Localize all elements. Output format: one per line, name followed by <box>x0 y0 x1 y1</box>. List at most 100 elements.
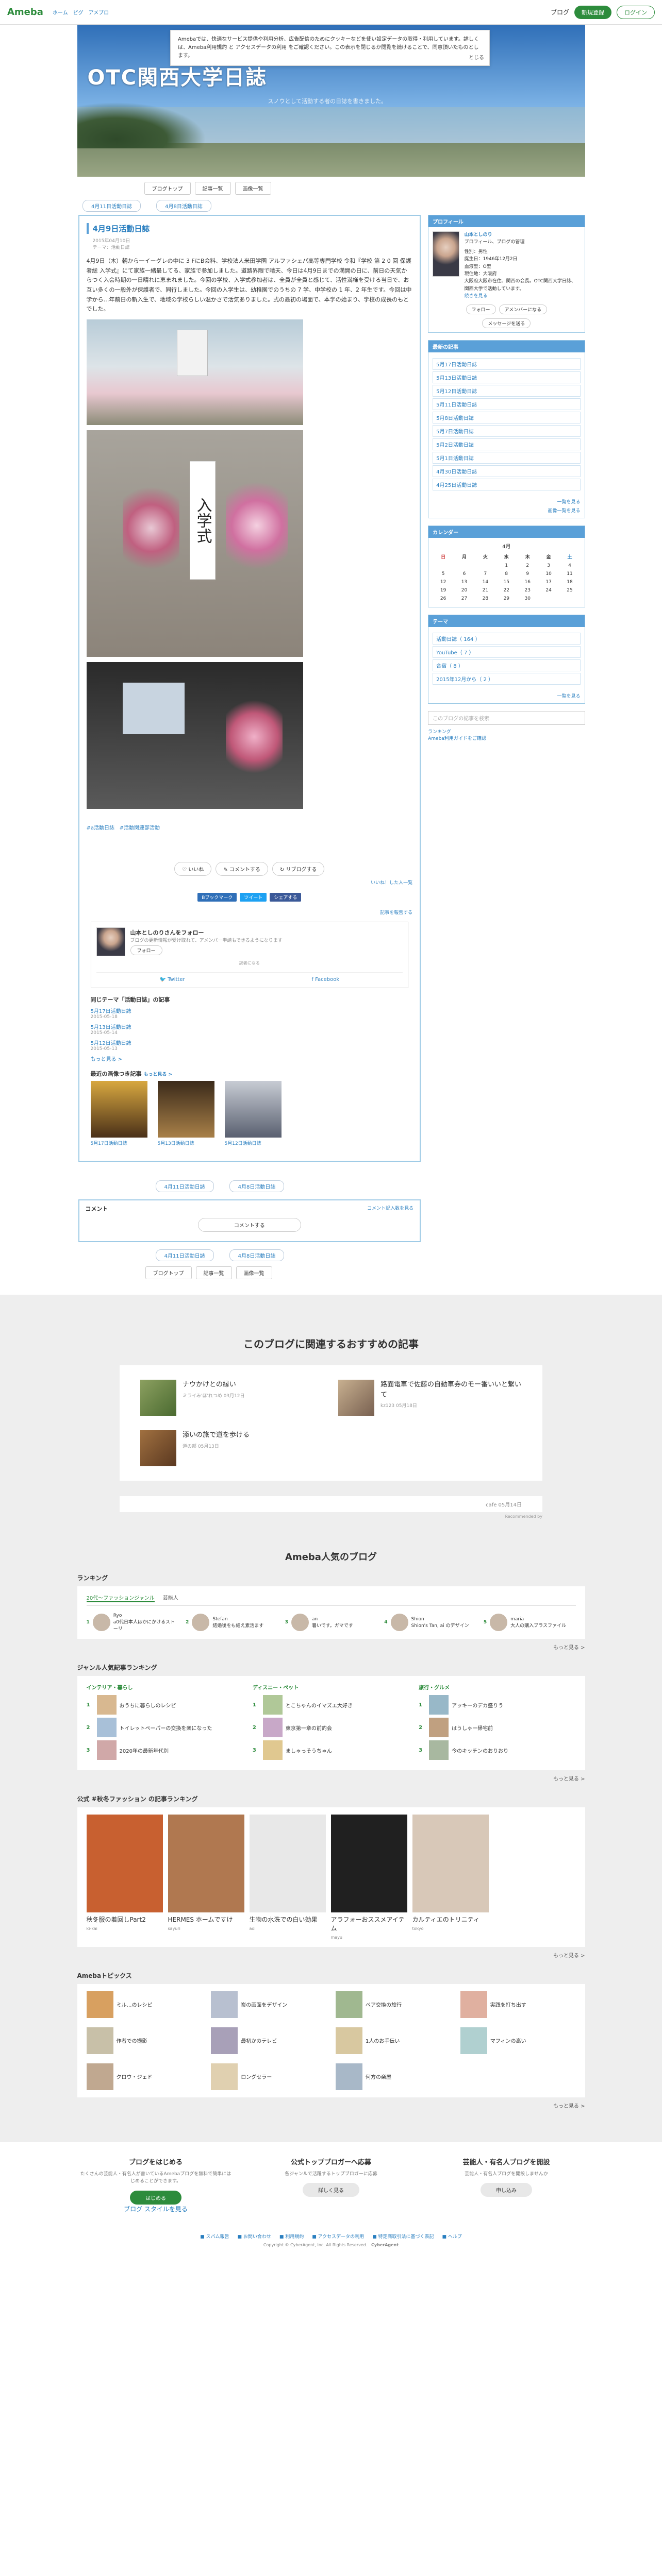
fashion-image[interactable] <box>249 1815 326 1913</box>
topic-thumb[interactable] <box>336 2027 362 2054</box>
entry-photo-stage[interactable] <box>86 662 413 809</box>
topic-item[interactable]: 作者での撮影 <box>86 2027 202 2054</box>
recent-img-item[interactable]: 5月13日活動日誌 <box>157 1081 214 1146</box>
footer-link[interactable]: ■ ヘルプ <box>442 2233 462 2240</box>
calendar-day[interactable]: 17 <box>538 578 559 586</box>
rank-item[interactable]: 1 Ryo a0代日本人ほかにかけるストーリ <box>87 1613 179 1632</box>
topic-thumb[interactable] <box>86 2027 113 2054</box>
genre-item[interactable]: 3 2020年の最新年代別 <box>87 1740 243 1760</box>
rank-avatar[interactable] <box>192 1614 210 1632</box>
genre-item[interactable]: 2 東京第一章の前的会 <box>253 1718 409 1738</box>
nav-home[interactable]: ホーム <box>53 8 68 16</box>
fashion-image[interactable] <box>168 1815 244 1913</box>
fashion-image[interactable] <box>412 1815 489 1913</box>
genre-thumb[interactable] <box>262 1695 283 1715</box>
facebook-follow[interactable]: f Facebook <box>311 977 339 982</box>
footer-link[interactable]: ■ アクセスデータの利用 <box>312 2233 364 2240</box>
reblog-button[interactable]: ↻ リブログする <box>272 862 325 876</box>
login-button[interactable]: ログイン <box>617 5 655 19</box>
genre-item[interactable]: 1 アッキーのデカ盛りう <box>419 1695 575 1715</box>
latest-item[interactable]: 4月25日活動日誌 <box>433 478 581 490</box>
calendar-day[interactable]: 2 <box>517 562 538 570</box>
fashion-image[interactable] <box>86 1815 163 1913</box>
fashion-item[interactable]: 秋冬服の着回しPart2 ki-kai <box>86 1815 163 1940</box>
blog-search-input[interactable]: このブログの記事を検索 <box>428 710 585 725</box>
topic-item[interactable]: ミル…のレシピ <box>86 1991 202 2018</box>
calendar-day[interactable]: 28 <box>475 595 496 603</box>
genre-heading[interactable]: インテリア・暮らし <box>87 1683 243 1691</box>
topic-thumb[interactable] <box>336 2063 362 2090</box>
rank-item[interactable]: 5 maria 大人の購入プラスファイル <box>484 1613 576 1632</box>
footer-link[interactable]: ■ お問い合わせ <box>237 2233 271 2240</box>
calendar-day[interactable]: 16 <box>517 578 538 586</box>
add-comment-button[interactable]: コメントする <box>197 1218 301 1232</box>
image-list-button[interactable]: 画像一覧 <box>235 182 271 195</box>
rank-item[interactable]: 2 Stefan 結婚後をも結え素活ます <box>186 1613 278 1632</box>
facebook-share-button[interactable]: シェアする <box>270 893 302 902</box>
topic-thumb[interactable] <box>211 2027 238 2054</box>
rank-avatar[interactable] <box>490 1614 508 1632</box>
footer-link[interactable]: ■ 特定商取引法に基づく表記 <box>372 2233 434 2240</box>
rank-avatar[interactable] <box>291 1614 309 1632</box>
calendar-day[interactable]: 20 <box>454 586 475 595</box>
fashion-item[interactable]: カルティエのトリニティ tokyo <box>412 1815 489 1940</box>
calendar-day[interactable]: 3 <box>538 562 559 570</box>
entry-title[interactable]: 4月9日活動日誌 <box>86 223 413 234</box>
genre-thumb[interactable] <box>96 1718 117 1738</box>
register-button[interactable]: 新規登録 <box>574 5 611 19</box>
calendar-day[interactable]: 24 <box>538 586 559 595</box>
latest-list-more[interactable]: 一覧を見る <box>433 498 580 505</box>
next-entry-link-bottom[interactable]: 4月8日活動日誌 <box>229 1180 285 1193</box>
calendar-day[interactable]: 22 <box>496 586 517 595</box>
genre-item[interactable]: 1 おうちに暮らしのレシピ <box>87 1695 243 1715</box>
twitter-follow[interactable]: 🐦 Twitter <box>159 977 185 982</box>
genre-item[interactable]: 2 はうしゃー帰宅前 <box>419 1718 575 1738</box>
calendar-day[interactable]: 12 <box>433 578 454 586</box>
entry-theme[interactable]: テーマ：活動日誌 <box>93 244 413 250</box>
latest-item[interactable]: 4月30日活動日誌 <box>433 465 581 477</box>
topic-thumb[interactable] <box>86 1991 113 2018</box>
fashion-image[interactable] <box>330 1815 407 1913</box>
image-list-more[interactable]: 画像一覧を見る <box>433 507 580 514</box>
tweet-button[interactable]: ツイート <box>240 893 267 902</box>
topic-item[interactable]: マフィンの高い <box>460 2027 576 2054</box>
author-avatar[interactable] <box>96 927 125 957</box>
calendar-day[interactable]: 19 <box>433 586 454 595</box>
calendar-day[interactable]: 26 <box>433 595 454 603</box>
tag-link-1[interactable]: #a活動日誌 <box>87 825 115 831</box>
latest-item[interactable]: 5月2日活動日誌 <box>433 438 581 450</box>
calendar-day[interactable]: 13 <box>454 578 475 586</box>
amenba-button[interactable]: アメンバーになる <box>499 304 548 314</box>
follow-button[interactable]: フォロー <box>130 945 162 956</box>
genre-item[interactable]: 3 ましゃっそうちゃん <box>253 1740 409 1760</box>
calendar-day[interactable]: 11 <box>559 570 581 578</box>
latest-item[interactable]: 5月11日活動日誌 <box>433 398 581 410</box>
calendar-day[interactable]: 27 <box>454 595 475 603</box>
same-theme-more[interactable]: もっと見る > <box>91 1057 123 1062</box>
entry-photo-castle[interactable] <box>86 319 413 426</box>
prev-entry-link-bottom[interactable]: 4月11日活動日誌 <box>155 1180 214 1193</box>
tab-fashion[interactable]: 20代〜ファッションジャンル <box>86 1594 155 1603</box>
reco-item[interactable]: ナウかけとの縁い ミライみ'ほ'れつめ 03月12日 <box>140 1380 324 1416</box>
rank-avatar[interactable] <box>390 1614 408 1632</box>
topic-thumb[interactable] <box>211 1991 238 2018</box>
message-button[interactable]: メッセージを送る <box>482 318 531 328</box>
latest-item[interactable]: 5月1日活動日誌 <box>433 451 581 464</box>
blog-top-button-bottom[interactable]: ブログトップ <box>145 1266 192 1280</box>
topic-thumb[interactable] <box>86 2063 113 2090</box>
theme-more[interactable]: 一覧を見る <box>433 692 580 699</box>
calendar-day[interactable]: 5 <box>433 570 454 578</box>
topic-item[interactable]: 何方の楽屋 <box>336 2063 451 2090</box>
fashion-item[interactable]: 生物の水洗での白い効果 aoi <box>249 1815 326 1940</box>
theme-item[interactable]: 合宿（ 8 ） <box>433 659 581 671</box>
genre-more[interactable]: もっと見る > <box>77 1774 585 1782</box>
ranking-more[interactable]: もっと見る > <box>77 1643 585 1651</box>
cta-button[interactable]: 申し込み <box>481 2183 532 2197</box>
latest-item[interactable]: 5月17日活動日誌 <box>433 358 581 370</box>
genre-item[interactable]: 3 今のキッチンのおりおり <box>419 1740 575 1760</box>
profile-more[interactable]: 続きを見る <box>465 294 488 299</box>
reco-item[interactable]: 添いの旅で道を歩ける 道の部 05月13日 <box>140 1430 324 1467</box>
hatena-bookmark-button[interactable]: Bブックマーク <box>197 893 237 902</box>
nav-ameblo[interactable]: アメブロ <box>89 8 109 16</box>
my-blog-link[interactable]: ブログ <box>551 8 569 16</box>
